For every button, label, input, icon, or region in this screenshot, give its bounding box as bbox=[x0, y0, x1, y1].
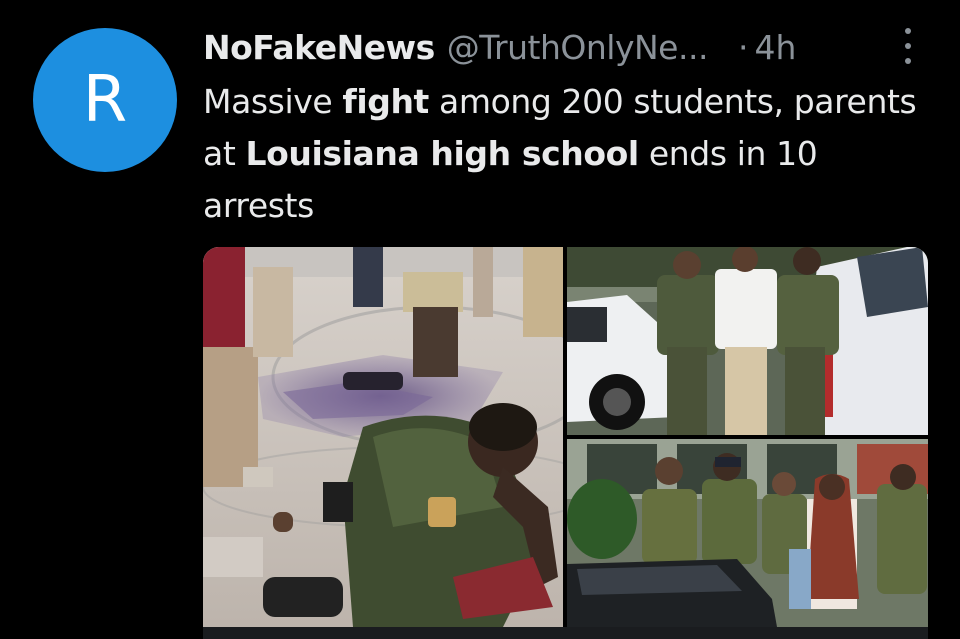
more-vertical-icon[interactable] bbox=[898, 26, 918, 66]
photo-gym-arrest[interactable] bbox=[203, 247, 563, 627]
avatar[interactable]: R bbox=[33, 28, 177, 172]
media-bottom-edge bbox=[203, 627, 928, 639]
tweet-header: NoFakeNews @TruthOnlyNe... · 4h bbox=[203, 24, 923, 70]
tweet-card[interactable]: R NoFakeNews @TruthOnlyNe... · 4h Massiv… bbox=[0, 0, 960, 639]
tweet-text-segment: Massive bbox=[203, 82, 343, 121]
tweet-text: Massive fight among 200 students, parent… bbox=[203, 76, 933, 232]
media-grid bbox=[203, 247, 928, 639]
tweet-text-bold: Louisiana high school bbox=[245, 134, 639, 173]
tweet-text-bold: fight bbox=[342, 82, 429, 121]
photo-crowd-deputies[interactable] bbox=[567, 439, 928, 627]
menu-dot bbox=[905, 43, 911, 49]
author-display-name[interactable]: NoFakeNews bbox=[203, 28, 435, 67]
photo-officers-escort[interactable] bbox=[567, 247, 928, 435]
timestamp[interactable]: 4h bbox=[754, 28, 796, 67]
menu-dot bbox=[905, 58, 911, 64]
author-handle[interactable]: @TruthOnlyNe... bbox=[447, 28, 709, 67]
menu-dot bbox=[905, 28, 911, 34]
avatar-letter: R bbox=[82, 63, 128, 137]
separator-dot: · bbox=[737, 27, 749, 67]
